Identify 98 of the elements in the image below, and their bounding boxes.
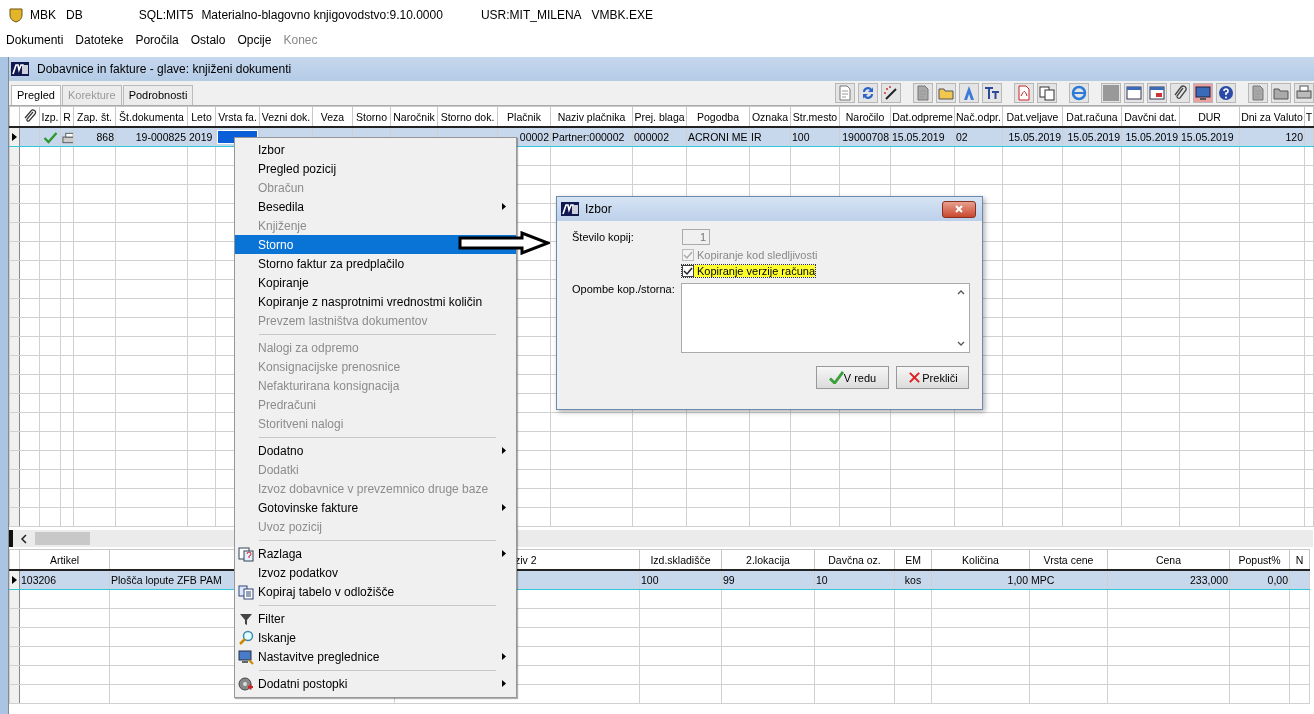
- menu-item[interactable]: Datoteke: [75, 33, 124, 47]
- pdf-icon[interactable]: [1014, 83, 1034, 103]
- scroll-down-icon[interactable]: [957, 341, 965, 347]
- text-size-icon[interactable]: [982, 83, 1002, 103]
- copy-icon[interactable]: [1037, 83, 1057, 103]
- table-cell: 233,000: [1190, 574, 1228, 586]
- table-cell: 120: [1285, 131, 1303, 143]
- menu-item[interactable]: Kopiranje: [235, 273, 516, 292]
- menu-item[interactable]: Dokumenti: [6, 33, 64, 47]
- table-cell: Partner:000002: [552, 131, 625, 143]
- menu-item[interactable]: Dodatno: [235, 441, 516, 460]
- help-window-icon: [238, 545, 254, 562]
- window-icon[interactable]: [1124, 83, 1144, 103]
- copy-icon: [238, 583, 254, 600]
- cancel-button[interactable]: Prekliči: [896, 366, 969, 389]
- menu-item[interactable]: Nastavitve preglednice: [235, 647, 516, 666]
- scroll-thumb[interactable]: [35, 532, 90, 545]
- table-cell: 000002: [634, 131, 670, 143]
- tab[interactable]: Podrobnosti: [122, 85, 194, 105]
- sql-label: SQL:MIT5: [138, 8, 194, 22]
- table-cell: kos: [904, 574, 922, 586]
- dialog-title: Izbor: [585, 202, 612, 216]
- folder-icon[interactable]: [1271, 83, 1291, 103]
- font-icon[interactable]: [959, 83, 979, 103]
- cross-icon: [907, 371, 923, 384]
- tab[interactable]: Pregled: [11, 85, 61, 105]
- close-icon: [954, 204, 964, 214]
- check-icon: [42, 131, 58, 144]
- close-button[interactable]: [942, 200, 976, 218]
- exe-label: VMBK.EXE: [591, 8, 653, 22]
- table-cell: 02: [956, 131, 968, 143]
- row-pointer-icon: [12, 576, 17, 584]
- table-cell: 19-000825: [135, 131, 186, 143]
- menu-item[interactable]: Filter: [235, 609, 516, 628]
- ok-button[interactable]: V redu: [816, 366, 889, 389]
- refresh-icon[interactable]: [858, 83, 878, 103]
- table-cell: MPC: [1031, 574, 1055, 586]
- monitor-icon[interactable]: [1193, 83, 1213, 103]
- table-cell: 103206: [21, 574, 57, 586]
- help-icon[interactable]: [1216, 83, 1236, 103]
- column-header[interactable]: Cena: [1155, 553, 1182, 566]
- user-label: USR:MIT_MILENA: [480, 8, 582, 22]
- search-icon: [238, 629, 254, 646]
- table-cell: Plošča lopute ZFB PAM: [111, 574, 222, 586]
- logo-icon: [561, 202, 579, 216]
- table-cell: 19000708: [842, 131, 889, 143]
- printer-icon: [62, 131, 73, 144]
- menu-item[interactable]: Gotovinske fakture: [235, 498, 516, 517]
- field-label: Število kopij:: [572, 231, 635, 243]
- menu-item[interactable]: Dodatni postopki: [235, 674, 516, 693]
- wand-icon[interactable]: [881, 83, 901, 103]
- database-label: DB: [66, 8, 83, 22]
- table-cell: 15.05.2019: [892, 131, 945, 143]
- check-icon: [828, 371, 844, 384]
- folder-icon[interactable]: [936, 83, 956, 103]
- menu-item[interactable]: Iskanje: [235, 628, 516, 647]
- paperclip-icon[interactable]: [1170, 83, 1190, 103]
- table-cell: IR: [751, 131, 762, 143]
- menu-item[interactable]: Opcije: [237, 33, 272, 47]
- printer-icon[interactable]: [1294, 83, 1314, 103]
- table-cell: 15.05.2019: [1125, 131, 1178, 143]
- table-cell: 2019: [189, 131, 213, 143]
- shield-icon: [8, 7, 24, 23]
- field-label: Opombe kop./storna:: [572, 283, 676, 295]
- table-cell: 100: [641, 574, 659, 586]
- table-cell: 00002: [519, 131, 549, 143]
- notes-field[interactable]: [681, 283, 970, 353]
- checkbox[interactable]: [682, 265, 694, 277]
- app-name: MBK: [30, 8, 56, 22]
- monitor-icon: [238, 648, 254, 665]
- gears-icon: [238, 675, 254, 692]
- table-cell: 1,00: [1007, 574, 1028, 586]
- product-title: Materialno-blagovno knjigovodstvo:9.10.0000: [201, 8, 443, 22]
- table-cell: 100: [792, 131, 810, 143]
- table-cell: 15.05.2019: [1008, 131, 1061, 143]
- table-cell: 15.05.2019: [1181, 131, 1234, 143]
- table-cell: 99: [723, 574, 735, 586]
- table-cell: ACRONI ME: [688, 131, 748, 143]
- menu-item[interactable]: Razlaga: [235, 544, 516, 563]
- scroll-left-icon[interactable]: [19, 533, 29, 544]
- document-icon[interactable]: [913, 83, 933, 103]
- menu-item[interactable]: Besedila: [235, 197, 516, 216]
- menu-item[interactable]: Storno faktur za predplačilo: [235, 254, 516, 273]
- menu-item[interactable]: Ostalo: [190, 33, 226, 47]
- menu-item[interactable]: Pregled pozicij: [235, 159, 516, 178]
- document-icon[interactable]: [1248, 83, 1268, 103]
- paperclip-icon: [22, 108, 37, 123]
- window-icon[interactable]: [1147, 83, 1167, 103]
- table-cell: 10: [816, 574, 828, 586]
- table-cell: 15.05.2019: [1067, 131, 1120, 143]
- menu-item[interactable]: Kopiranje z nasprotnimi vrednostmi količin: [235, 292, 516, 311]
- scroll-up-icon[interactable]: [957, 289, 965, 295]
- table-cell: 868: [96, 131, 114, 143]
- window-title: Dobavnice in fakture - glave: knjiženi dokumenti: [37, 62, 292, 76]
- menu-item[interactable]: Poročila: [135, 33, 179, 47]
- logo-icon: [11, 62, 29, 76]
- row-pointer-icon: [12, 133, 17, 141]
- table-cell: 0,00: [1267, 574, 1288, 586]
